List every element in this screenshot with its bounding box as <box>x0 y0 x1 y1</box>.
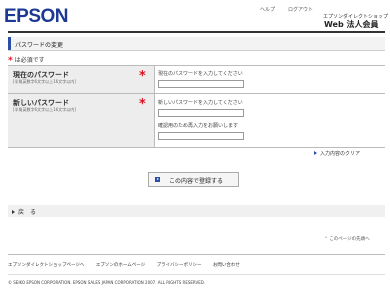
new-password-label-cell: 新しいパスワード [半角英数字6文字以上16文字以内] * <box>8 94 155 147</box>
password-form: 現在のパスワード [半角英数字6文字以上16文字以内] * 現在のパスワードを入… <box>8 65 385 148</box>
caret-up-icon: ⌃ <box>324 237 328 242</box>
arrow-right-icon <box>155 177 160 182</box>
footer-link-epson-home[interactable]: エプソンのホームページ <box>96 263 145 268</box>
page-top-link[interactable]: ⌃ このページの先頭へ <box>324 236 370 242</box>
current-password-input[interactable] <box>158 80 244 88</box>
current-password-hint: 現在のパスワードを入力してください <box>158 71 243 77</box>
submit-button[interactable]: この内容で登録する <box>148 172 239 187</box>
header-divider <box>8 31 385 33</box>
arrow-right-icon <box>314 151 317 155</box>
section-header: パスワードの変更 <box>8 37 385 51</box>
help-link[interactable]: ヘルプ <box>260 6 275 13</box>
page-top-label: このページの先頭へ <box>329 237 370 242</box>
arrow-right-icon <box>12 210 15 214</box>
section-accent <box>8 37 11 50</box>
new-password-hint: 新しいパスワードを入力してください <box>158 100 243 106</box>
epson-logo[interactable]: EPSON <box>4 6 69 28</box>
required-star-icon: * <box>139 69 146 84</box>
copyright-divider <box>8 274 385 275</box>
page-title: パスワードの変更 <box>15 42 64 49</box>
back-button-label: 戻 る <box>18 209 37 216</box>
confirm-password-hint: 確認用のため再入力をお願いします <box>158 123 239 129</box>
back-button[interactable]: 戻 る <box>12 207 36 216</box>
footer-divider <box>8 254 385 255</box>
footer-links: エプソンダイレクトショップページへ エプソンのホームページ プライバシーポリシー… <box>8 262 250 268</box>
submit-button-label: この内容で登録する <box>169 178 224 185</box>
new-password-note: [半角英数字6文字以上16文字以内] <box>13 107 76 112</box>
logout-link[interactable]: ログアウト <box>288 6 313 13</box>
current-password-label-cell: 現在のパスワード [半角英数字6文字以上16文字以内] * <box>8 66 155 93</box>
footer-link-shop[interactable]: エプソンダイレクトショップページへ <box>8 263 84 268</box>
footer-link-privacy[interactable]: プライバシーポリシー <box>157 263 202 268</box>
current-password-row: 現在のパスワード [半角英数字6文字以上16文字以内] * 現在のパスワードを入… <box>8 66 385 94</box>
copyright: © SEIKO EPSON CORPORATION. EPSON SALES J… <box>8 280 206 285</box>
required-note-text: は必須です <box>14 57 45 64</box>
clear-button-label: 入力内容のクリア <box>320 151 361 157</box>
required-star-icon: * <box>139 97 146 112</box>
new-password-row: 新しいパスワード [半角英数字6文字以上16文字以内] * 新しいパスワードを入… <box>8 94 385 147</box>
footer-link-contact[interactable]: お問い合わせ <box>213 263 240 268</box>
new-password-input[interactable] <box>158 109 244 117</box>
current-password-note: [半角英数字6文字以上16文字以内] <box>13 79 76 84</box>
member-type: Web 法人会員 <box>324 20 379 29</box>
clear-button[interactable]: 入力内容のクリア <box>314 150 360 157</box>
confirm-password-input[interactable] <box>158 132 244 140</box>
back-bar: 戻 る <box>8 205 385 217</box>
